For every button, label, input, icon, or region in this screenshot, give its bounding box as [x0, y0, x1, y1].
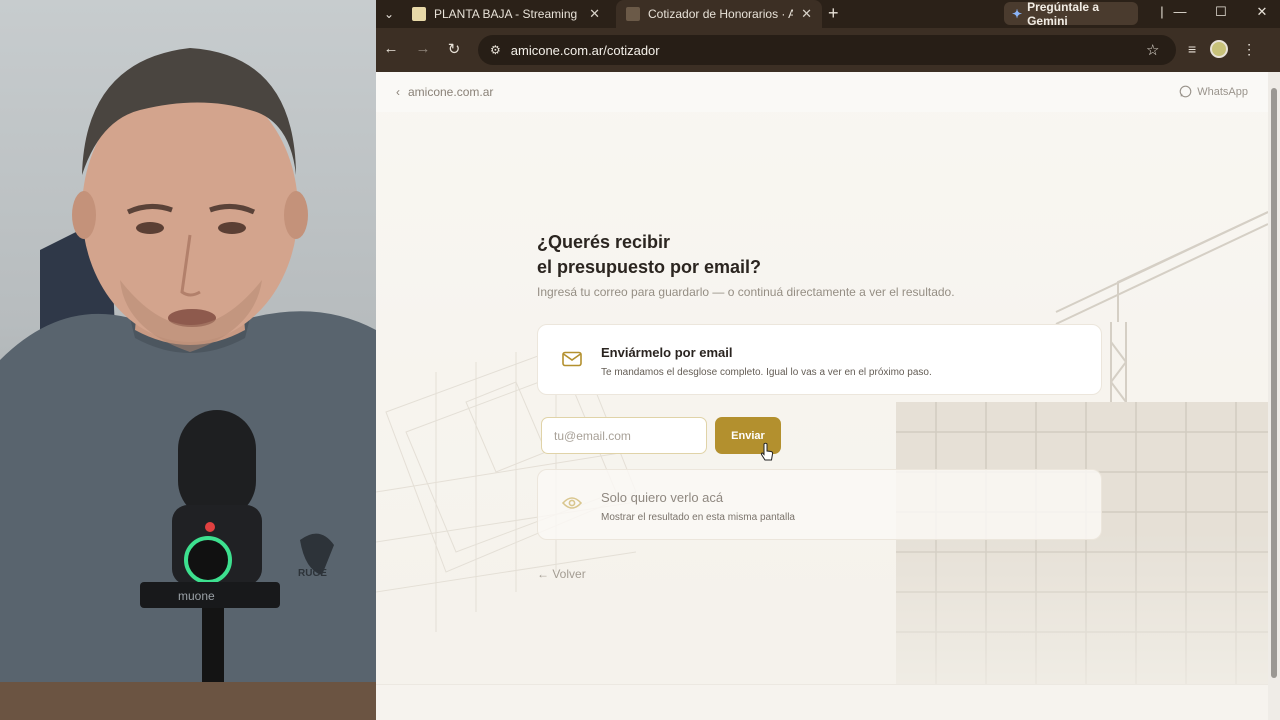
- chevron-left-icon: ‹: [396, 85, 400, 99]
- gemini-sparkle-icon: ✦: [1012, 6, 1023, 21]
- mail-icon: [562, 351, 582, 367]
- eye-icon: [562, 497, 582, 509]
- menu-kebab-icon[interactable]: ⋮: [1242, 41, 1256, 58]
- gemini-button[interactable]: ✦ Pregúntale a Gemini: [1004, 0, 1138, 28]
- email-option-title: Enviármelo por email: [601, 345, 733, 360]
- tab-title: Cotizador de Honorarios · Agustín Amicon…: [648, 7, 794, 21]
- new-tab-plus-icon[interactable]: +: [828, 3, 839, 24]
- minimize-icon[interactable]: —: [1170, 4, 1190, 19]
- address-bar[interactable]: ⚙ amicone.com.ar/cotizador: [478, 35, 1176, 65]
- reading-list-icon[interactable]: ≡: [1188, 41, 1196, 57]
- forward-arrow-icon[interactable]: →: [413, 40, 433, 57]
- bookmark-star-icon[interactable]: ☆: [1146, 41, 1159, 59]
- page-title: ¿Querés recibir el presupuesto por email…: [537, 230, 761, 280]
- browser-toolbar: ← → ↻ ⚙ amicone.com.ar/cotizador ☆ ≡ ⋮: [376, 28, 1280, 72]
- back-button[interactable]: ← Volver: [537, 567, 586, 581]
- tab-planta-baja[interactable]: PLANTA BAJA - Streaming de Agustín ✕: [402, 0, 610, 28]
- construction-background-image: [376, 72, 1268, 720]
- email-option-description: Te mandamos el desglose completo. Igual …: [601, 367, 932, 378]
- svg-text:RUGE: RUGE: [298, 568, 327, 579]
- site-settings-icon[interactable]: ⚙: [490, 43, 501, 57]
- scrollbar-thumb[interactable]: [1271, 88, 1277, 678]
- gemini-label: Pregúntale a Gemini: [1027, 0, 1100, 28]
- webcam-overlay: RUGE muone: [0, 0, 376, 720]
- maximize-icon[interactable]: ☐: [1211, 4, 1231, 20]
- tab-title: PLANTA BAJA - Streaming de Agustín: [434, 7, 581, 21]
- title-line-1: ¿Querés recibir: [537, 232, 671, 252]
- divider: |: [1160, 4, 1164, 19]
- webcam-image: RUGE muone: [0, 48, 376, 720]
- close-tab-icon[interactable]: ✕: [589, 6, 600, 22]
- reload-icon[interactable]: ↻: [444, 40, 464, 58]
- browser-window: ⌄ PLANTA BAJA - Streaming de Agustín ✕ C…: [376, 0, 1280, 720]
- favicon-icon: [626, 7, 640, 21]
- close-tab-icon[interactable]: ✕: [801, 6, 812, 22]
- whatsapp-icon: [1179, 85, 1192, 98]
- close-window-icon[interactable]: ✕: [1252, 4, 1272, 20]
- svg-text:muone: muone: [178, 589, 215, 603]
- page-scrollbar[interactable]: [1268, 72, 1280, 720]
- whatsapp-link[interactable]: WhatsApp: [1179, 85, 1248, 98]
- view-here-title: Solo quiero verlo acá: [601, 490, 724, 505]
- back-arrow-icon[interactable]: ←: [381, 40, 401, 57]
- page-content: ‹ amicone.com.ar WhatsApp ¿Querés recibi…: [376, 72, 1268, 720]
- title-line-2: el presupuesto por email?: [537, 257, 762, 277]
- favicon-icon: [412, 7, 426, 21]
- whatsapp-label: WhatsApp: [1197, 85, 1248, 98]
- email-field[interactable]: [541, 417, 707, 454]
- email-option-card[interactable]: Enviármelo por email Te mandamos el desg…: [537, 324, 1102, 395]
- site-footer: [376, 684, 1268, 720]
- url-text: amicone.com.ar/cotizador: [510, 42, 660, 58]
- tab-cotizador[interactable]: Cotizador de Honorarios · Agustín Amicon…: [616, 0, 822, 28]
- tab-search-chevron-icon[interactable]: ⌄: [378, 4, 400, 24]
- profile-avatar[interactable]: [1210, 40, 1229, 58]
- view-here-description: Mostrar el resultado en esta misma panta…: [601, 512, 795, 523]
- page-subtitle: Ingresá tu correo para guardarlo — o con…: [537, 285, 955, 299]
- back-to-site-label: amicone.com.ar: [408, 85, 494, 99]
- tab-strip: ⌄ PLANTA BAJA - Streaming de Agustín ✕ C…: [376, 0, 1280, 28]
- hand-cursor-icon: [760, 442, 774, 461]
- back-to-site-link[interactable]: ‹ amicone.com.ar: [396, 85, 493, 99]
- view-here-option-card[interactable]: Solo quiero verlo acá Mostrar el resulta…: [537, 469, 1102, 540]
- site-header: ‹ amicone.com.ar WhatsApp: [376, 72, 1268, 112]
